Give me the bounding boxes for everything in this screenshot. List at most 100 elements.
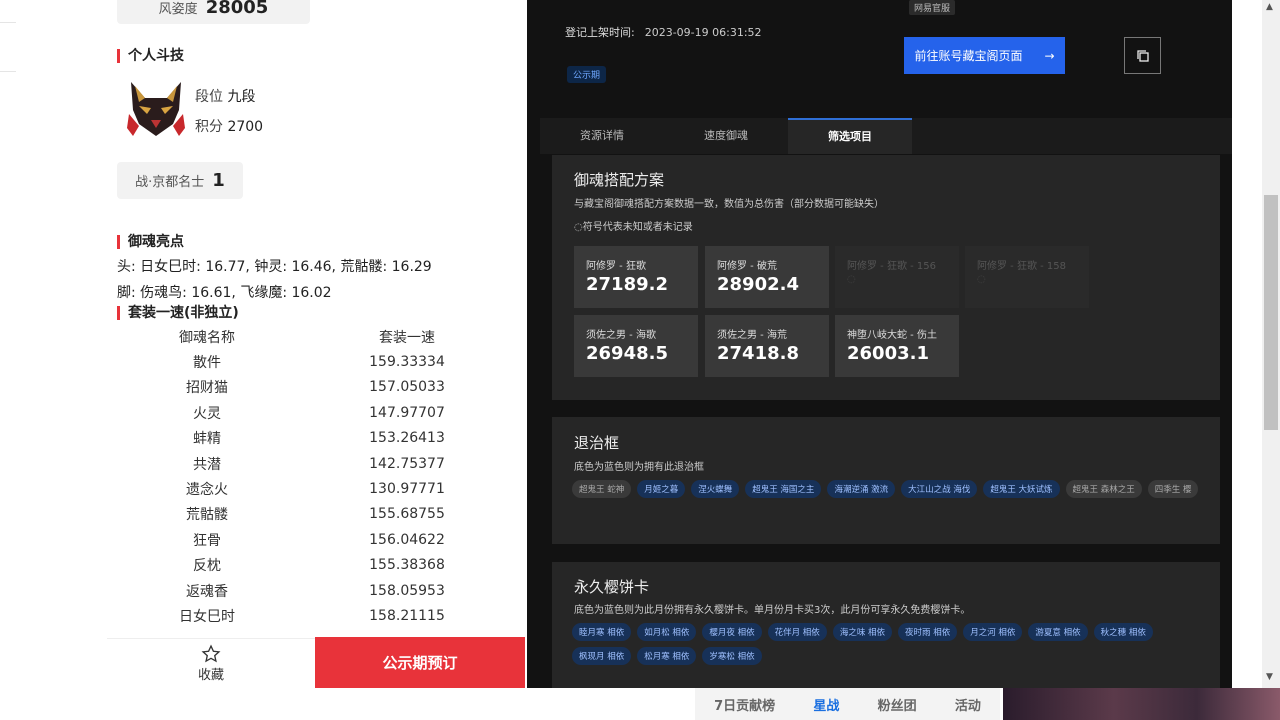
arena-title: 个人斗技: [117, 49, 184, 63]
soul-speed: 155.38368: [369, 557, 445, 574]
table-row: 遗念火 130.97771: [117, 476, 517, 501]
soul-speed: 158.05953: [369, 582, 445, 599]
rank-value: 九段: [227, 89, 256, 105]
combo-value: 27189.2: [586, 274, 668, 295]
retreat-tag: 涅火蝶舞: [691, 480, 740, 498]
retreat-tag: 大江山之战 海伐: [901, 480, 978, 498]
war-value: 1: [212, 170, 225, 191]
page-scrollbar[interactable]: ▲ ▼: [1262, 0, 1280, 688]
combo-tile: 须佐之男 - 海荒 27418.8: [705, 315, 829, 377]
tab-speed-souls[interactable]: 速度御魂: [664, 118, 788, 154]
presale-button[interactable]: 公示期预订: [315, 637, 525, 688]
sakura-tag: 游夏意 相依: [1028, 623, 1088, 641]
nav-star-battle[interactable]: 星战: [813, 695, 839, 714]
retreat-subtitle: 底色为蓝色则为拥有此退治框: [574, 462, 704, 473]
nav-fan-club[interactable]: 粉丝团: [878, 695, 917, 714]
table-row: 狂骨 156.04622: [117, 527, 517, 552]
listed-label: 登记上架时间:: [565, 26, 635, 39]
tab-filter-items[interactable]: 筛选项目: [788, 118, 912, 154]
soul-speed: 157.05033: [369, 379, 445, 396]
favorite-button[interactable]: 收藏: [107, 638, 315, 688]
combo-tile: 神堕八岐大蛇 - 伤土 26003.1: [835, 315, 959, 377]
combo-value: ◌: [977, 274, 986, 285]
rank-label: 段位: [195, 89, 223, 105]
stream-thumbnail: [1003, 688, 1280, 720]
combo-value: 27418.8: [717, 343, 799, 364]
copy-button[interactable]: [1124, 37, 1161, 74]
combo-name: 神堕八岐大蛇 - 伤土: [847, 330, 937, 341]
elegance-card: 风姿度 28005: [117, 0, 310, 24]
table-row: 日女巳时 158.21115: [117, 603, 517, 628]
soul-speed: 156.04622: [369, 531, 445, 548]
combo-name: 阿修罗 - 狂歌 - 156: [847, 261, 937, 272]
scroll-down-icon[interactable]: ▼: [1266, 672, 1273, 682]
scrollbar-thumb[interactable]: [1264, 195, 1278, 430]
combo-name: 须佐之男 - 海荒: [717, 330, 787, 341]
table-row: 火灵 147.97707: [117, 400, 517, 425]
sakura-tag: 睦月寒 相依: [572, 623, 632, 641]
elegance-value: 28005: [205, 0, 269, 18]
elegance-label: 风姿度: [158, 1, 198, 17]
combo-name: 须佐之男 - 海歌: [586, 330, 656, 341]
set-speed-title: 套装一速(非独立): [117, 306, 239, 320]
scroll-up-icon[interactable]: ▲: [1266, 2, 1273, 12]
combo-tile: 须佐之男 - 海歌 26948.5: [574, 315, 698, 377]
soul-name: 共潜: [193, 456, 221, 473]
retreat-tag: 超鬼王 蛇神: [572, 480, 632, 498]
soul-name: 返魂香: [186, 583, 228, 600]
combo-tile: 阿修罗 - 破荒 28902.4: [705, 246, 829, 308]
highlight-head: 头: 日女巳时: 16.77, 钟灵: 16.46, 荒骷髅: 16.29: [117, 259, 432, 275]
listed-time-row: 登记上架时间: 2023-09-19 06:31:52: [565, 24, 762, 40]
sakura-tag: 夜时雨 相依: [898, 623, 958, 641]
table-row: 荒骷髅 155.68755: [117, 502, 517, 527]
arrow-right-icon: →: [1044, 48, 1055, 63]
combo-value: 26003.1: [847, 343, 929, 364]
soul-name: 反枕: [193, 558, 221, 575]
goto-cbg-button[interactable]: 前往账号藏宝阁页面 →: [904, 37, 1065, 74]
header-soul-name: 御魂名称: [179, 329, 235, 346]
sakura-title: 永久樱饼卡: [574, 578, 650, 596]
points-line: 积分 2700: [195, 116, 263, 136]
tab-resource-details[interactable]: 资源详情: [540, 118, 664, 154]
soul-speed: 142.75377: [369, 455, 445, 472]
sakura-tag-list: 睦月寒 相依 如月松 相依 樱月夜 相依 花伴月 相依 海之味 相依 夜时雨 相…: [572, 623, 1202, 665]
retreat-title: 退治框: [574, 434, 620, 452]
combo-tile-unrecorded: 阿修罗 - 狂歌 - 156 ◌: [835, 246, 959, 308]
sakura-tag: 岁寒松 相依: [702, 647, 762, 665]
retreat-tag: 超鬼王 大妖试炼: [983, 480, 1060, 498]
soul-speed: 147.97707: [369, 404, 445, 421]
table-row: 招财猫 157.05033: [117, 375, 517, 400]
listed-time: 2023-09-19 06:31:52: [644, 26, 762, 39]
retreat-tag: 月姬之暮: [637, 480, 686, 498]
highlight-feet: 脚: 伤魂鸟: 16.61, 飞缘魔: 16.02: [117, 285, 332, 301]
favorite-label: 收藏: [197, 668, 224, 683]
table-row: 返魂香 158.05953: [117, 578, 517, 603]
bottom-bar: 7日贡献榜 星战 粉丝团 活动: [0, 688, 1280, 720]
nav-weekly-contribution[interactable]: 7日贡献榜: [714, 695, 775, 714]
soul-speed: 155.68755: [369, 506, 445, 523]
soul-combo-panel: 御魂搭配方案 与藏宝阁御魂搭配方案数据一致，数值为总伤害（部分数据可能缺失） ◌…: [552, 155, 1220, 400]
sakura-tag: 花伴月 相依: [767, 623, 827, 641]
combo-name: 阿修罗 - 狂歌 - 158: [977, 261, 1067, 272]
points-label: 积分: [195, 119, 223, 135]
combo-tile: 阿修罗 - 狂歌 27189.2: [574, 246, 698, 308]
soul-speed: 159.33334: [369, 354, 445, 371]
sakura-tag: 樱月夜 相依: [702, 623, 762, 641]
set-speed-table: 御魂名称 套装一速 散件 159.33334 招财猫 157.05033 火灵 147…: [117, 324, 517, 629]
star-icon: [201, 644, 221, 663]
live-nav: 7日贡献榜 星战 粉丝团 活动: [695, 688, 1000, 720]
war-label: 战·京都名士: [135, 175, 205, 190]
sakura-tag: 海之味 相依: [832, 623, 893, 641]
combo-tile-unrecorded: 阿修罗 - 狂歌 - 158 ◌: [965, 246, 1089, 308]
details-panel: 网易官服 登记上架时间: 2023-09-19 06:31:52 公示期 前往账号…: [527, 0, 1232, 688]
soul-name: 火灵: [193, 405, 221, 422]
sakura-tag: 松月寒 相依: [637, 647, 697, 665]
left-gutter: [0, 0, 107, 720]
rank-line: 段位 九段: [195, 86, 255, 106]
nav-events[interactable]: 活动: [955, 695, 981, 714]
table-row: 蚌精 153.26413: [117, 426, 517, 451]
soul-combo-note: ◌符号代表未知或者未记录: [574, 222, 693, 233]
points-value: 2700: [227, 119, 264, 135]
retreat-tag: 超鬼王 海国之主: [745, 480, 822, 498]
combo-value: 28902.4: [717, 274, 799, 295]
